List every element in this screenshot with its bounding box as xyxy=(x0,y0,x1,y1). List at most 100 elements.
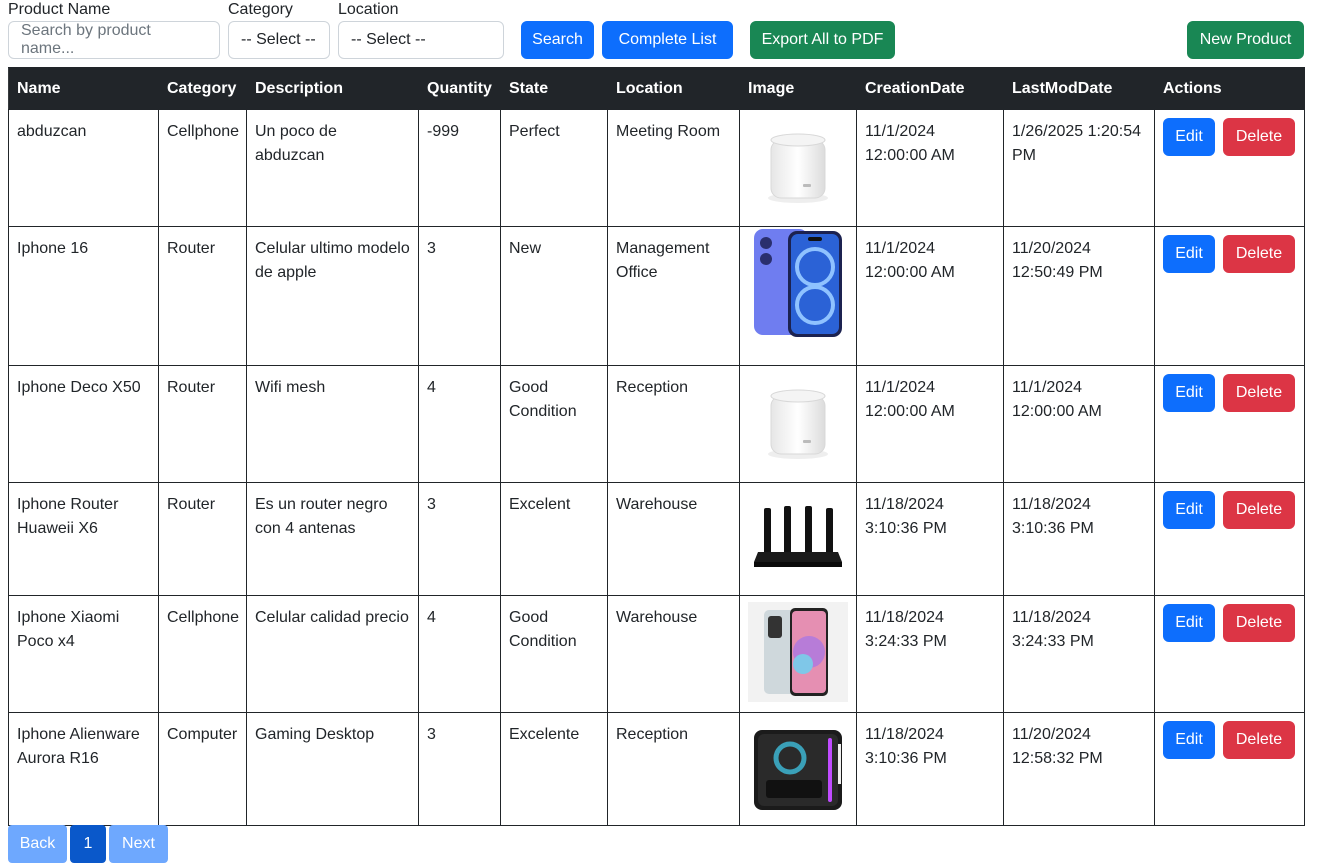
location-field: Location -- Select -- xyxy=(338,0,504,59)
product-name-label: Product Name xyxy=(8,1,111,18)
cell-name: abduzcan xyxy=(8,109,159,227)
cell-location: Meeting Room xyxy=(607,109,740,227)
edit-button[interactable]: Edit xyxy=(1163,604,1215,642)
location-select[interactable]: -- Select -- xyxy=(338,21,504,59)
delete-button[interactable]: Delete xyxy=(1223,374,1295,412)
cell-category: Computer xyxy=(158,712,247,826)
header-last-mod-date: LastModDate xyxy=(1003,67,1155,110)
cell-state: Excelent xyxy=(500,482,608,596)
edit-button[interactable]: Edit xyxy=(1163,235,1215,273)
cell-state: Good Condition xyxy=(500,365,608,483)
row-actions: Edit Delete xyxy=(1163,374,1296,412)
cell-category: Cellphone xyxy=(158,109,247,227)
product-image xyxy=(748,489,848,589)
row-actions: Edit Delete xyxy=(1163,721,1296,759)
back-button[interactable]: Back xyxy=(8,825,67,863)
category-field: Category -- Select -- xyxy=(228,0,330,59)
cell-description: Wifi mesh xyxy=(246,365,419,483)
delete-button[interactable]: Delete xyxy=(1223,235,1295,273)
cell-last-mod-date: 11/20/2024 12:50:49 PM xyxy=(1003,226,1155,366)
cell-state: Good Condition xyxy=(500,595,608,713)
location-label: Location xyxy=(338,1,399,18)
table-row: Iphone 16 Router Celular ultimo modelo de … xyxy=(8,226,1305,366)
delete-button[interactable]: Delete xyxy=(1223,118,1295,156)
cell-description: Gaming Desktop xyxy=(246,712,419,826)
cell-actions: Edit Delete xyxy=(1154,365,1305,483)
cell-image xyxy=(739,109,857,227)
product-image xyxy=(748,229,848,337)
edit-button[interactable]: Edit xyxy=(1163,721,1215,759)
delete-button[interactable]: Delete xyxy=(1223,604,1295,642)
cell-name: Iphone Router Huaweii X6 xyxy=(8,482,159,596)
cell-image xyxy=(739,595,857,713)
cell-location: Warehouse xyxy=(607,595,740,713)
cell-creation-date: 11/18/2024 3:10:36 PM xyxy=(856,482,1004,596)
row-actions: Edit Delete xyxy=(1163,118,1296,156)
cell-last-mod-date: 11/18/2024 3:10:36 PM xyxy=(1003,482,1155,596)
header-image: Image xyxy=(739,67,857,110)
cell-quantity: 3 xyxy=(418,482,501,596)
pagination: Back 1 Next xyxy=(8,825,168,863)
delete-button[interactable]: Delete xyxy=(1223,491,1295,529)
header-location: Location xyxy=(607,67,740,110)
table-row: Iphone Alienware Aurora R16 Computer Gamin… xyxy=(8,712,1305,826)
cell-image xyxy=(739,226,857,366)
table-row: Iphone Xiaomi Poco x4 Cellphone Celular ca… xyxy=(8,595,1305,713)
table-row: abduzcan Cellphone Un poco de abduzcan -999… xyxy=(8,109,1305,227)
edit-button[interactable]: Edit xyxy=(1163,374,1215,412)
page-1-button[interactable]: 1 xyxy=(70,825,106,863)
cell-name: Iphone Xiaomi Poco x4 xyxy=(8,595,159,713)
cell-quantity: 3 xyxy=(418,712,501,826)
cell-category: Router xyxy=(158,226,247,366)
cell-quantity: 4 xyxy=(418,365,501,483)
product-image xyxy=(748,372,848,472)
cell-location: Management Office xyxy=(607,226,740,366)
cell-location: Reception xyxy=(607,712,740,826)
edit-button[interactable]: Edit xyxy=(1163,118,1215,156)
cell-description: Celular calidad precio xyxy=(246,595,419,713)
edit-button[interactable]: Edit xyxy=(1163,491,1215,529)
cell-state: New xyxy=(500,226,608,366)
product-image xyxy=(748,116,848,216)
header-state: State xyxy=(500,67,608,110)
header-actions: Actions xyxy=(1154,67,1305,110)
row-actions: Edit Delete xyxy=(1163,491,1296,529)
category-label: Category xyxy=(228,1,293,18)
category-select[interactable]: -- Select -- xyxy=(228,21,330,59)
cell-creation-date: 11/18/2024 3:10:36 PM xyxy=(856,712,1004,826)
next-button[interactable]: Next xyxy=(109,825,168,863)
cell-description: Un poco de abduzcan xyxy=(246,109,419,227)
cell-quantity: 4 xyxy=(418,595,501,713)
new-product-button[interactable]: New Product xyxy=(1187,21,1304,59)
product-name-input[interactable]: Search by product name... xyxy=(8,21,220,59)
cell-actions: Edit Delete xyxy=(1154,712,1305,826)
cell-category: Router xyxy=(158,482,247,596)
cell-creation-date: 11/18/2024 3:24:33 PM xyxy=(856,595,1004,713)
complete-list-button[interactable]: Complete List xyxy=(602,21,733,59)
export-pdf-button[interactable]: Export All to PDF xyxy=(750,21,895,59)
filter-bar: Product Name Search by product name... C… xyxy=(8,0,1304,62)
product-image xyxy=(748,602,848,702)
header-category: Category xyxy=(158,67,247,110)
table-row: Iphone Router Huaweii X6 Router Es un rout… xyxy=(8,482,1305,596)
row-actions: Edit Delete xyxy=(1163,235,1296,273)
cell-name: Iphone Alienware Aurora R16 xyxy=(8,712,159,826)
cell-name: Iphone Deco X50 xyxy=(8,365,159,483)
cell-category: Router xyxy=(158,365,247,483)
cell-actions: Edit Delete xyxy=(1154,109,1305,227)
row-actions: Edit Delete xyxy=(1163,604,1296,642)
cell-last-mod-date: 11/18/2024 3:24:33 PM xyxy=(1003,595,1155,713)
cell-creation-date: 11/1/2024 12:00:00 AM xyxy=(856,226,1004,366)
delete-button[interactable]: Delete xyxy=(1223,721,1295,759)
products-table: Name Category Description Quantity State Loca… xyxy=(8,67,1305,826)
cell-image xyxy=(739,365,857,483)
header-quantity: Quantity xyxy=(418,67,501,110)
header-creation-date: CreationDate xyxy=(856,67,1004,110)
cell-description: Es un router negro con 4 antenas xyxy=(246,482,419,596)
cell-name: Iphone 16 xyxy=(8,226,159,366)
cell-creation-date: 11/1/2024 12:00:00 AM xyxy=(856,109,1004,227)
search-button[interactable]: Search xyxy=(521,21,594,59)
cell-creation-date: 11/1/2024 12:00:00 AM xyxy=(856,365,1004,483)
cell-category: Cellphone xyxy=(158,595,247,713)
cell-last-mod-date: 1/26/2025 1:20:54 PM xyxy=(1003,109,1155,227)
